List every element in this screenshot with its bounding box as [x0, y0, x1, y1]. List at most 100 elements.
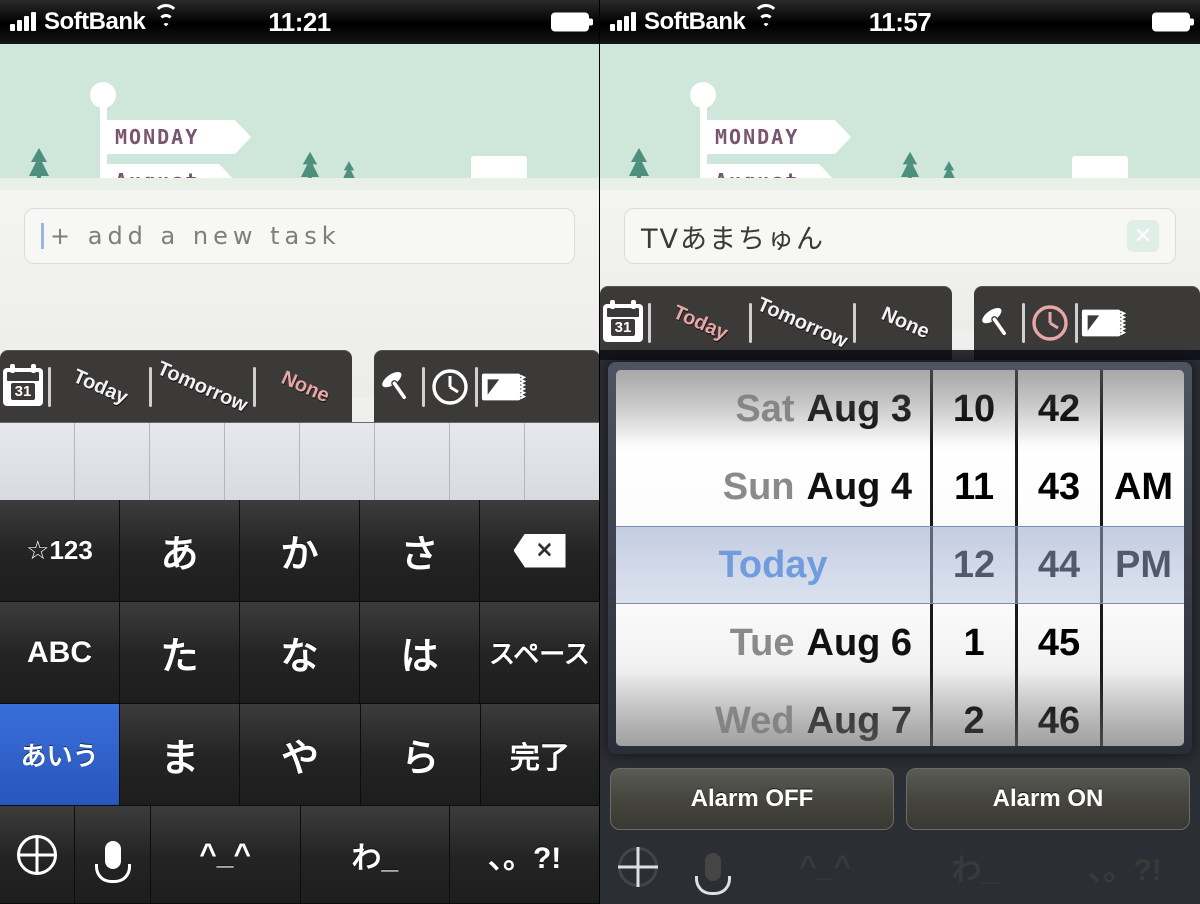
suggestion-bar[interactable] — [0, 422, 599, 500]
key-emoticon[interactable]: ^_^ — [150, 806, 301, 904]
alarm-on-button[interactable]: Alarm ON — [906, 768, 1190, 830]
date-option-tomorrow[interactable]: Tomorrow — [154, 357, 251, 417]
picker-row[interactable]: 11 — [933, 448, 1015, 526]
key-symbols-123[interactable]: ☆123 — [0, 500, 120, 602]
pin-icon[interactable] — [974, 303, 1020, 343]
picker-column-ampm[interactable]: AM PM — [1100, 370, 1184, 746]
picker-dow: Sat — [735, 387, 795, 430]
calendar-icon[interactable]: 31 — [600, 300, 646, 342]
key-space[interactable]: スペース — [480, 602, 599, 704]
key-na-row[interactable]: な — [240, 602, 360, 704]
alarm-off-button[interactable]: Alarm OFF — [610, 768, 894, 830]
suggestion-slot[interactable] — [525, 423, 599, 500]
tree-icon — [298, 150, 322, 186]
toolbar-row-left: 31 Today Tomorrow None — [0, 350, 599, 424]
battery-icon — [1152, 12, 1194, 32]
picker-row[interactable] — [1103, 604, 1184, 682]
new-task-input[interactable]: + add a new task — [24, 208, 575, 264]
mic-icon[interactable] — [75, 806, 151, 904]
date-toolbar-right: 31 Today Tomorrow None — [600, 286, 952, 360]
calendar-icon[interactable]: 31 — [0, 364, 46, 406]
clear-x-icon[interactable]: ✕ — [1127, 220, 1159, 252]
picker-row[interactable]: 45 — [1018, 604, 1100, 682]
date-option-today[interactable]: Today — [652, 293, 748, 352]
date-option-none[interactable]: None — [257, 357, 353, 416]
date-option-tomorrow[interactable]: Tomorrow — [754, 293, 851, 353]
key-wa-row[interactable]: わ_ — [300, 806, 451, 904]
status-bar-left: SoftBank 11:21 — [0, 0, 599, 44]
picker-row[interactable]: 10 — [933, 370, 1015, 448]
toolbar-row-right: 31 Today Tomorrow None — [600, 286, 1200, 360]
picker-row[interactable]: 1 — [933, 604, 1015, 682]
key-punctuation[interactable]: 、。?! — [450, 806, 599, 904]
picker-row[interactable]: 2 — [933, 682, 1015, 746]
suggestion-slot[interactable] — [150, 423, 225, 500]
new-task-input[interactable]: TVあまちゅん ✕ — [624, 208, 1176, 264]
calendar-icon-label: 31 — [610, 319, 636, 336]
clock-icon[interactable] — [427, 366, 473, 408]
picker-row[interactable]: 43 — [1018, 448, 1100, 526]
calendar-icon-label: 31 — [10, 383, 36, 400]
edit-button[interactable]: Edit -- — [457, 156, 555, 190]
picker-row[interactable]: Sat Aug 3 — [616, 370, 930, 448]
picker-column-minute[interactable]: 42 43 44 45 46 — [1015, 370, 1100, 746]
note-icon[interactable] — [480, 369, 526, 405]
key-ha-row[interactable]: は — [360, 602, 480, 704]
suggestion-slot[interactable] — [225, 423, 300, 500]
picker-wheels[interactable]: Sat Aug 3 Sun Aug 4 Today Tue Aug 6 Wed … — [616, 370, 1184, 746]
suggestion-slot[interactable] — [375, 423, 450, 500]
japanese-keyboard-left: ☆123 あ か さ ✕ ABC た な は スペース あいう ま や ら 完了… — [0, 422, 599, 904]
edit-label: Edit — [1058, 182, 1156, 190]
new-task-value: TVあまちゅん — [641, 223, 825, 255]
toolbar-divider — [475, 367, 478, 407]
globe-icon[interactable] — [0, 806, 76, 904]
picker-row[interactable] — [1103, 370, 1184, 448]
picker-dow: Tue — [729, 621, 795, 664]
key-ma-row[interactable]: ま — [120, 704, 241, 806]
header-day-label: MONDAY — [703, 120, 851, 154]
edit-button[interactable]: Edit -- — [1058, 156, 1156, 190]
picker-row[interactable]: Tue Aug 6 — [616, 604, 930, 682]
suggestion-slot[interactable] — [75, 423, 150, 500]
date-option-none[interactable]: None — [857, 293, 953, 352]
backspace-icon[interactable]: ✕ — [480, 500, 599, 602]
picker-dow: Sun — [722, 465, 795, 508]
picker-row[interactable]: Wed Aug 7 — [616, 682, 930, 746]
picker-row[interactable]: 46 — [1018, 682, 1100, 746]
key-ta-row[interactable]: た — [120, 602, 240, 704]
tree-icon — [626, 146, 652, 186]
key-kana-mode[interactable]: あいう — [0, 704, 121, 806]
header-month-label: August — [103, 164, 235, 190]
status-time-left: 11:21 — [268, 6, 331, 37]
key-ka-row[interactable]: か — [240, 500, 360, 602]
note-icon[interactable] — [1080, 305, 1126, 341]
suggestion-slot[interactable] — [450, 423, 525, 500]
key-abc[interactable]: ABC — [0, 602, 120, 704]
datetime-picker[interactable]: Sat Aug 3 Sun Aug 4 Today Tue Aug 6 Wed … — [608, 362, 1192, 754]
suggestion-slot[interactable] — [0, 423, 75, 500]
picker-column-date[interactable]: Sat Aug 3 Sun Aug 4 Today Tue Aug 6 Wed … — [616, 370, 930, 746]
picker-column-hour[interactable]: 10 11 12 1 2 — [930, 370, 1015, 746]
picker-row-selected[interactable]: PM — [1103, 526, 1184, 604]
key-done[interactable]: 完了 — [480, 704, 599, 806]
toolbar-divider — [852, 303, 856, 343]
picker-row-selected[interactable]: 44 — [1018, 526, 1100, 604]
picker-row[interactable]: 42 — [1018, 370, 1100, 448]
pin-icon[interactable] — [374, 367, 420, 407]
keyboard-row-4: ^_^ わ_ 、。?! — [0, 806, 599, 904]
clock-icon[interactable] — [1027, 302, 1073, 344]
key-emoticon-dimmed: ^_^ — [799, 850, 851, 883]
text-caret — [41, 223, 44, 249]
key-ya-row[interactable]: や — [240, 704, 361, 806]
key-wa-row-dimmed: わ_ — [951, 854, 999, 887]
key-ra-row[interactable]: ら — [360, 704, 481, 806]
picker-row[interactable]: Sun Aug 4 — [616, 448, 930, 526]
picker-row[interactable] — [1103, 682, 1184, 746]
key-a-row[interactable]: あ — [120, 500, 240, 602]
picker-row-selected[interactable]: 12 — [933, 526, 1015, 604]
date-option-today[interactable]: Today — [52, 357, 148, 416]
suggestion-slot[interactable] — [300, 423, 375, 500]
picker-row-selected[interactable]: Today — [616, 526, 930, 604]
picker-row[interactable]: AM — [1103, 448, 1184, 526]
key-sa-row[interactable]: さ — [360, 500, 480, 602]
